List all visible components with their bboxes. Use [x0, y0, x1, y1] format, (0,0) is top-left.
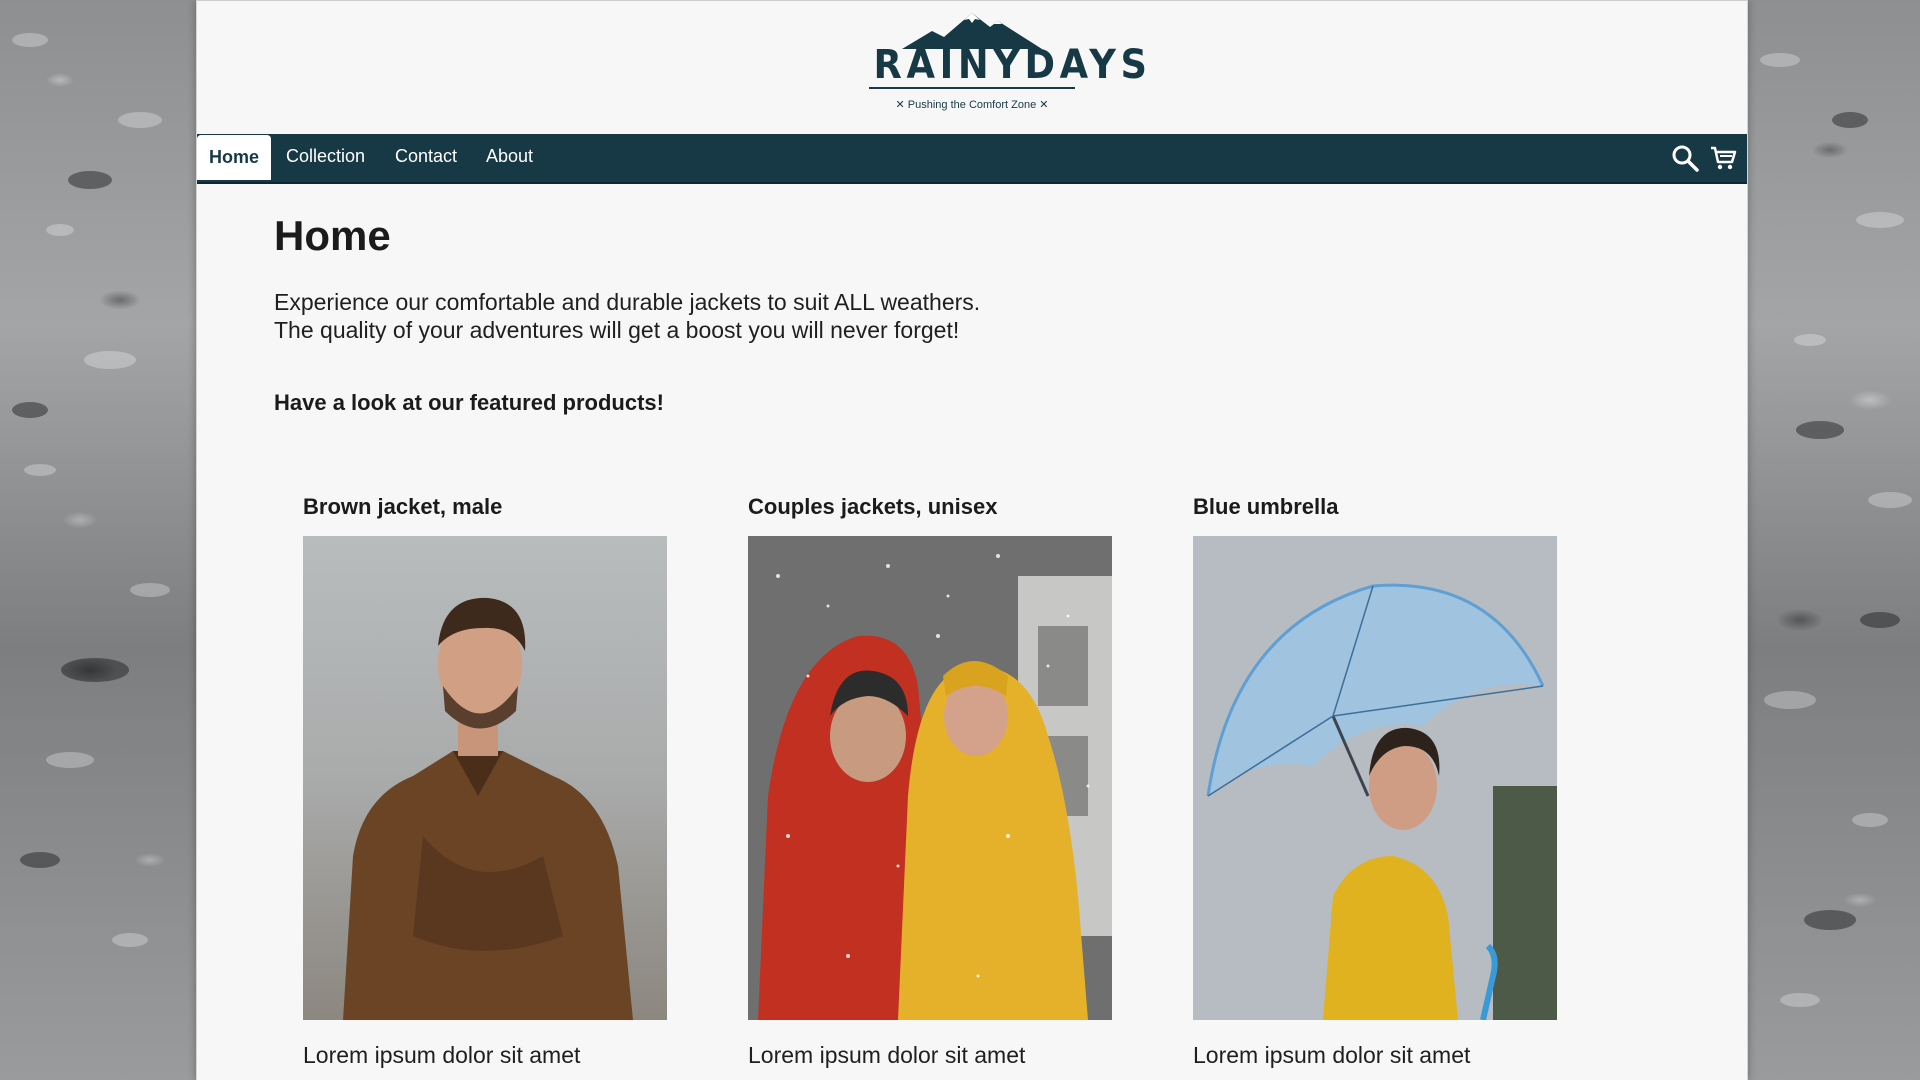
product-card[interactable]: Couples jackets, unisex Lorem ipsum dolo… — [748, 494, 1112, 1069]
couples-jackets-product-image[interactable] — [748, 536, 1112, 1020]
product-card[interactable]: Brown jacket, male Lorem ipsum dolor sit… — [303, 494, 667, 1069]
nav-item-contact[interactable]: Contact — [395, 134, 457, 182]
product-card[interactable]: Blue umbrella Lorem ipsum dolor sit amet — [1193, 494, 1557, 1069]
intro-line-2: The quality of your adventures will get … — [274, 317, 960, 343]
product-title[interactable]: Couples jackets, unisex — [748, 494, 1112, 524]
brand-name: RAINYDAYS — [873, 42, 1152, 88]
featured-heading: Have a look at our featured products! — [274, 390, 664, 415]
nav-item-collection[interactable]: Collection — [286, 134, 365, 182]
product-title[interactable]: Brown jacket, male — [303, 494, 667, 524]
blue-umbrella-product-image[interactable] — [1193, 536, 1557, 1020]
intro-line-1: Experience our comfortable and durable j… — [274, 289, 981, 315]
page-container: RAINYDAYS ✕ Pushing the Comfort Zone ✕ H… — [196, 0, 1748, 1080]
intro-text: Experience our comfortable and durable j… — [274, 288, 980, 344]
site-logo[interactable]: RAINYDAYS ✕ Pushing the Comfort Zone ✕ — [865, 9, 1152, 129]
brand-tagline: ✕ Pushing the Comfort Zone ✕ — [895, 99, 1049, 111]
main-navbar: Home Collection Contact About — [197, 134, 1747, 184]
page-title: Home — [274, 212, 391, 259]
product-description: Lorem ipsum dolor sit amet — [748, 1042, 1026, 1068]
cart-icon[interactable] — [1709, 144, 1737, 172]
product-description: Lorem ipsum dolor sit amet — [303, 1042, 581, 1068]
nav-item-about[interactable]: About — [486, 134, 533, 182]
product-title[interactable]: Blue umbrella — [1193, 494, 1557, 524]
site-header: RAINYDAYS ✕ Pushing the Comfort Zone ✕ — [197, 0, 1747, 135]
brown-jacket-product-image[interactable] — [303, 536, 667, 1020]
product-description: Lorem ipsum dolor sit amet — [1193, 1042, 1471, 1068]
search-icon[interactable] — [1671, 144, 1699, 172]
nav-item-home[interactable]: Home — [197, 135, 272, 180]
